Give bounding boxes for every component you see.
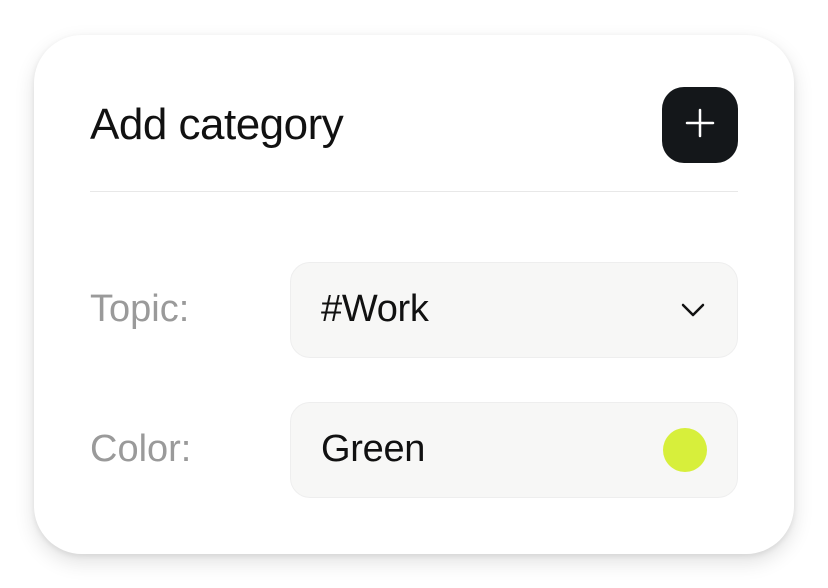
card-title: Add category: [90, 100, 343, 150]
color-row: Color: Green: [90, 402, 738, 498]
color-select[interactable]: Green: [290, 402, 738, 498]
topic-value: #Work: [321, 288, 429, 331]
color-label: Color:: [90, 428, 290, 471]
topic-row: Topic: #Work: [90, 262, 738, 358]
color-swatch: [663, 428, 707, 472]
topic-label: Topic:: [90, 288, 290, 331]
add-category-card: Add category Topic: #Work Color: Green: [34, 35, 794, 554]
card-header: Add category: [90, 87, 738, 192]
topic-select[interactable]: #Work: [290, 262, 738, 358]
plus-icon: [683, 106, 717, 143]
color-value: Green: [321, 428, 425, 471]
chevron-down-icon: [679, 296, 707, 324]
add-button[interactable]: [662, 87, 738, 163]
